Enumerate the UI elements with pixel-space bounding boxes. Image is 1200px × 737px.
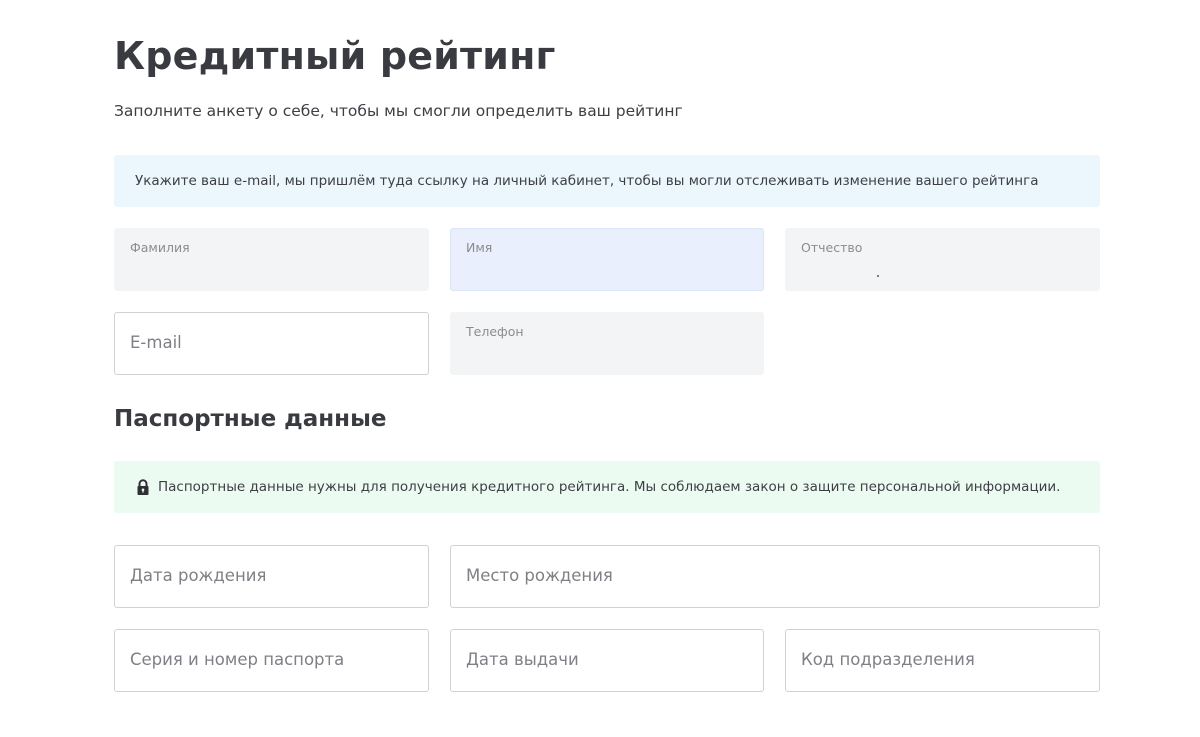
page-title: Кредитный рейтинг — [114, 34, 556, 78]
passport-section-title: Паспортные данные — [114, 406, 387, 432]
division-code-input[interactable]: Код подразделения — [785, 629, 1100, 692]
passport-series-number-placeholder: Серия и номер паспорта — [130, 650, 345, 669]
birth-date-input[interactable]: Дата рождения — [114, 545, 429, 608]
email-info-text: Укажите ваш e-mail, мы пришлём туда ссыл… — [135, 173, 1039, 189]
phone-label: Телефон — [466, 324, 524, 339]
passport-info-text: Паспортные данные нужны для получения кр… — [158, 479, 1061, 495]
email-input[interactable]: E-mail — [114, 312, 429, 375]
page-subtitle: Заполните анкету о себе, чтобы мы смогли… — [114, 102, 683, 120]
first-name-field[interactable]: Имя — [450, 228, 764, 291]
patronymic-label: Отчество — [801, 240, 863, 255]
first-name-label: Имя — [466, 240, 493, 255]
patronymic-field[interactable]: Отчество — [785, 228, 1100, 291]
birth-date-placeholder: Дата рождения — [130, 566, 267, 585]
passport-series-number-input[interactable]: Серия и номер паспорта — [114, 629, 429, 692]
issue-date-input[interactable]: Дата выдачи — [450, 629, 764, 692]
last-name-label: Фамилия — [130, 240, 190, 255]
patronymic-text-cursor — [877, 275, 879, 277]
division-code-placeholder: Код подразделения — [801, 650, 975, 669]
email-placeholder: E-mail — [130, 333, 182, 352]
last-name-field[interactable]: Фамилия — [114, 228, 429, 291]
birth-place-placeholder: Место рождения — [466, 566, 613, 585]
credit-rating-form-page: Кредитный рейтинг Заполните анкету о себ… — [96, 0, 1116, 703]
lock-icon — [137, 478, 149, 495]
passport-info-notice: Паспортные данные нужны для получения кр… — [114, 461, 1100, 513]
birth-place-input[interactable]: Место рождения — [450, 545, 1100, 608]
email-info-notice: Укажите ваш e-mail, мы пришлём туда ссыл… — [114, 155, 1100, 207]
issue-date-placeholder: Дата выдачи — [466, 650, 579, 669]
phone-field[interactable]: Телефон — [450, 312, 764, 375]
